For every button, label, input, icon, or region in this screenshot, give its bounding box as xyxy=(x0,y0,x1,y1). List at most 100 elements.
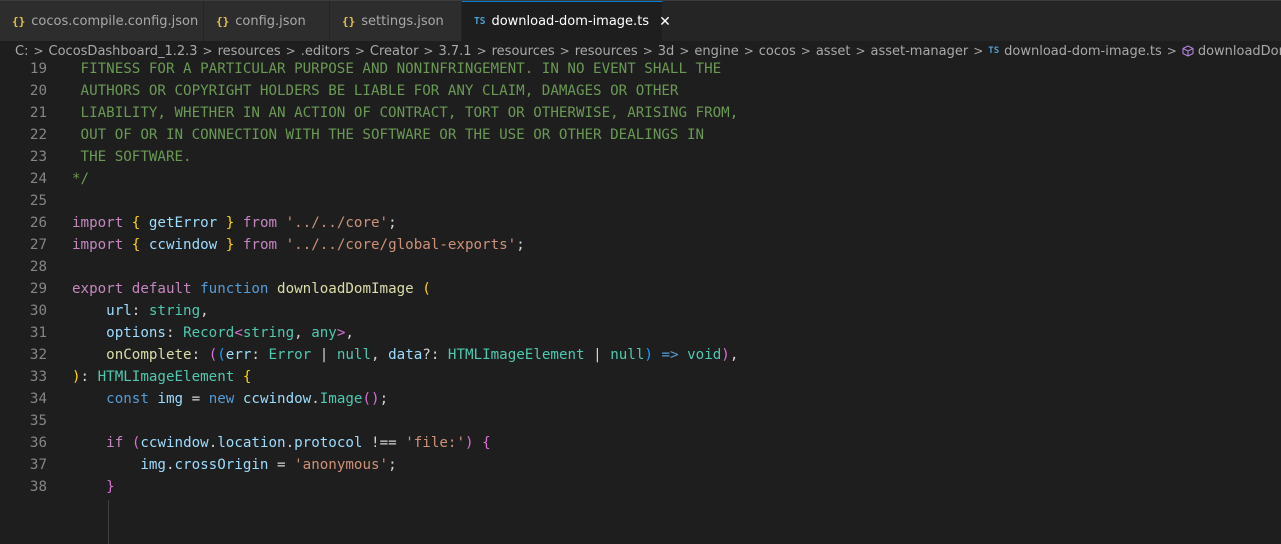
code-line: 20 AUTHORS OR COPYRIGHT HOLDERS BE LIABL… xyxy=(0,80,1281,102)
breadcrumb-symbol[interactable]: downloadDomImage xyxy=(1182,44,1281,59)
breadcrumb-item[interactable]: resources xyxy=(492,44,555,59)
chevron-right-icon: > xyxy=(679,44,690,58)
code-line: 26 import { getError } from '../../core'; xyxy=(0,212,1281,234)
code-line: 27 import { ccwindow } from '../../core/g… xyxy=(0,234,1281,256)
chevron-right-icon: > xyxy=(202,44,213,58)
breadcrumb-item[interactable]: asset-manager xyxy=(871,44,969,59)
chevron-right-icon: > xyxy=(33,44,44,58)
breadcrumb-item[interactable]: Creator xyxy=(370,44,419,59)
chevron-right-icon: > xyxy=(559,44,570,58)
line-number: 22 xyxy=(29,127,47,143)
json-file-icon: {} xyxy=(12,14,26,28)
chevron-right-icon: > xyxy=(800,44,811,58)
line-number: 33 xyxy=(29,369,47,385)
line-number: 24 xyxy=(29,171,47,187)
chevron-right-icon: > xyxy=(1166,44,1177,58)
breadcrumb-item[interactable]: 3d xyxy=(658,44,675,59)
line-number: 30 xyxy=(29,303,47,319)
breadcrumb-item[interactable]: resources xyxy=(575,44,638,59)
code-text: export default function downloadDomImage… xyxy=(72,281,431,297)
comment-text: */ xyxy=(72,171,90,187)
code-text: url: string, xyxy=(106,303,209,319)
line-number: 32 xyxy=(29,347,47,363)
code-text: ): HTMLImageElement { xyxy=(72,369,252,385)
code-line: 34 const img = new ccwindow.Image(); xyxy=(0,388,1281,410)
line-number: 23 xyxy=(29,149,47,165)
breadcrumb-item[interactable]: cocos xyxy=(759,44,796,59)
line-number: 35 xyxy=(29,413,47,429)
close-icon[interactable]: ✕ xyxy=(659,14,671,30)
json-file-icon: {} xyxy=(342,14,356,28)
breadcrumb-item[interactable]: C: xyxy=(15,44,28,59)
comment-text: LIABILITY, WHETHER IN AN ACTION OF CONTR… xyxy=(72,105,739,121)
code-line: 21 LIABILITY, WHETHER IN AN ACTION OF CO… xyxy=(0,102,1281,124)
code-line: 28 xyxy=(0,256,1281,278)
code-line: 32 onComplete: ((err: Error | null, data… xyxy=(0,344,1281,366)
chevron-right-icon: > xyxy=(973,44,984,58)
tab-label: settings.json xyxy=(361,13,444,29)
code-text: import { getError } from '../../core'; xyxy=(72,215,397,231)
tab-settings-json[interactable]: {} settings.json xyxy=(330,1,462,41)
code-line: 33 ): HTMLImageElement { xyxy=(0,366,1281,388)
code-line: 25 xyxy=(0,190,1281,212)
chevron-right-icon: > xyxy=(354,44,365,58)
tab-config-json[interactable]: {} config.json xyxy=(204,1,330,41)
code-line: 37 img.crossOrigin = 'anonymous'; xyxy=(0,454,1281,476)
comment-text: OUT OF OR IN CONNECTION WITH THE SOFTWAR… xyxy=(72,127,705,143)
code-text: const img = new ccwindow.Image(); xyxy=(106,391,389,407)
breadcrumb-item[interactable]: resources xyxy=(218,44,281,59)
code-text: if (ccwindow.location.protocol !== 'file… xyxy=(106,435,491,451)
line-number: 27 xyxy=(29,237,47,253)
breadcrumb-item[interactable]: engine xyxy=(694,44,738,59)
breadcrumb-item[interactable]: CocosDashboard_1.2.3 xyxy=(49,44,198,59)
breadcrumb-item[interactable]: 3.7.1 xyxy=(438,44,471,59)
code-line: 29 export default function downloadDomIma… xyxy=(0,278,1281,300)
code-line: 35 xyxy=(0,410,1281,432)
code-line: 30 url: string, xyxy=(0,300,1281,322)
line-number: 34 xyxy=(29,391,47,407)
json-file-icon: {} xyxy=(216,14,230,28)
code-text: img.crossOrigin = 'anonymous'; xyxy=(140,457,397,473)
tab-download-dom-image-ts[interactable]: TS download-dom-image.ts ✕ xyxy=(462,1,671,41)
code-line: 24 */ xyxy=(0,168,1281,190)
chevron-right-icon: > xyxy=(476,44,487,58)
tab-label: download-dom-image.ts xyxy=(491,14,650,29)
breadcrumb-item[interactable]: asset xyxy=(816,44,851,59)
code-editor[interactable]: 19 FITNESS FOR A PARTICULAR PURPOSE AND … xyxy=(0,58,1281,544)
line-number: 36 xyxy=(29,435,47,451)
code-line: 22 OUT OF OR IN CONNECTION WITH THE SOFT… xyxy=(0,124,1281,146)
chevron-right-icon: > xyxy=(855,44,866,58)
code-line: 38 } xyxy=(0,476,1281,498)
method-cube-icon xyxy=(1182,45,1194,57)
line-number: 28 xyxy=(29,259,47,275)
breadcrumb-item[interactable]: .editors xyxy=(301,44,350,59)
code-text: } xyxy=(106,479,115,495)
chevron-right-icon: > xyxy=(285,44,296,58)
comment-text: THE SOFTWARE. xyxy=(72,149,192,165)
code-text: onComplete: ((err: Error | null, data?: … xyxy=(106,347,739,363)
line-number: 31 xyxy=(29,325,47,341)
code-line: 31 options: Record<string, any>, xyxy=(0,322,1281,344)
tab-label: config.json xyxy=(235,13,306,29)
breadcrumb-file-label: download-dom-image.ts xyxy=(1004,43,1162,59)
line-number: 37 xyxy=(29,457,47,473)
code-line: 36 if (ccwindow.location.protocol !== 'f… xyxy=(0,432,1281,454)
code-line: 19 FITNESS FOR A PARTICULAR PURPOSE AND … xyxy=(0,58,1281,80)
code-text: import { ccwindow } from '../../core/glo… xyxy=(72,237,525,253)
comment-text: AUTHORS OR COPYRIGHT HOLDERS BE LIABLE F… xyxy=(72,83,679,99)
line-number: 25 xyxy=(29,193,47,209)
line-number: 20 xyxy=(29,83,47,99)
line-number: 29 xyxy=(29,281,47,297)
indent-guide xyxy=(108,500,109,544)
typescript-file-icon: TS xyxy=(988,46,1000,56)
chevron-right-icon: > xyxy=(642,44,653,58)
line-number: 19 xyxy=(29,61,47,77)
tab-label: cocos.compile.config.json xyxy=(31,13,199,29)
breadcrumb-symbol-label: downloadDomImage xyxy=(1197,43,1281,59)
editor-tab-bar: {} cocos.compile.config.json {} config.j… xyxy=(0,0,1281,41)
chevron-right-icon: > xyxy=(743,44,754,58)
code-line: 23 THE SOFTWARE. xyxy=(0,146,1281,168)
breadcrumb-file[interactable]: TS download-dom-image.ts xyxy=(988,44,1161,59)
tab-cocos-compile-config-json[interactable]: {} cocos.compile.config.json xyxy=(0,1,204,41)
line-number: 38 xyxy=(29,479,47,495)
